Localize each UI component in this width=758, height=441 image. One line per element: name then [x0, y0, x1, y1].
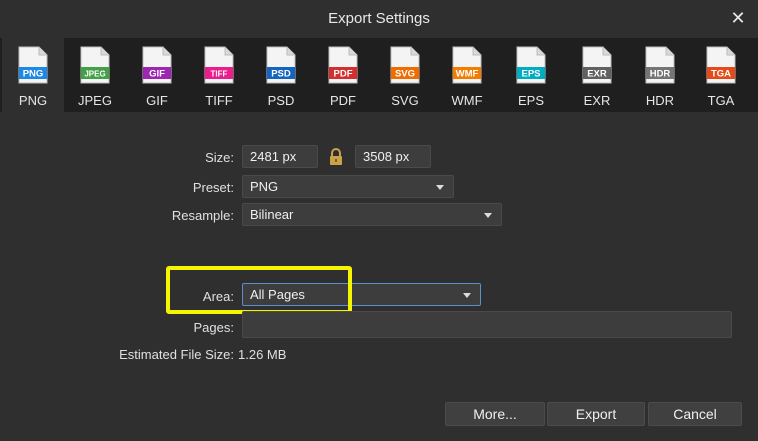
pages-input[interactable]: [242, 311, 732, 338]
highlight-box: [166, 266, 352, 314]
lock-icon[interactable]: [325, 146, 347, 168]
format-toolbar: PNG PNG JPEG JPEG GIF GIF TIFF TIFF PSD PSD PDF PDF…: [0, 38, 758, 112]
format-label: EPS: [517, 93, 544, 108]
format-gif[interactable]: GIF GIF: [126, 38, 188, 112]
height-field[interactable]: 3508 px: [355, 145, 431, 168]
file-size-label: Estimated File Size:: [119, 347, 234, 362]
file-tag-text: PSD: [271, 69, 291, 80]
chevron-down-icon: [463, 293, 471, 298]
format-svg[interactable]: SVG SVG: [374, 38, 436, 112]
format-label: PSD: [267, 93, 295, 108]
file-psd-icon: PSD: [266, 46, 296, 84]
file-tag-text: TIFF: [211, 70, 228, 79]
file-eps-icon: EPS: [516, 46, 546, 84]
title-bar: Export Settings ✕: [0, 0, 758, 38]
format-label: GIF: [146, 93, 168, 108]
format-exr[interactable]: EXR EXR: [566, 38, 628, 112]
file-tag-text: GIF: [149, 69, 165, 80]
file-hdr-icon: HDR: [645, 46, 675, 84]
format-eps[interactable]: EPS EPS: [500, 38, 562, 112]
file-tag-text: HDR: [650, 69, 671, 80]
file-wmf-icon: WMF: [452, 46, 482, 84]
file-tag-text: PDF: [334, 69, 353, 80]
file-tag-text: WMF: [456, 69, 479, 80]
resample-select[interactable]: Bilinear: [242, 203, 502, 226]
window-title: Export Settings: [328, 10, 430, 27]
file-tag-text: PNG: [23, 69, 44, 80]
preset-label: Preset:: [192, 180, 234, 195]
export-button[interactable]: Export: [547, 402, 645, 426]
format-label: PNG: [18, 93, 48, 108]
format-psd[interactable]: PSD PSD: [250, 38, 312, 112]
file-exr-icon: EXR: [582, 46, 612, 84]
format-label: TIFF: [205, 93, 233, 108]
format-label: PDF: [330, 93, 356, 108]
file-pdf-icon: PDF: [328, 46, 358, 84]
file-png-icon: PNG: [18, 46, 48, 84]
format-png[interactable]: PNG PNG: [2, 38, 64, 112]
file-tag-text: SVG: [395, 69, 415, 80]
cancel-button[interactable]: Cancel: [648, 402, 742, 426]
width-field[interactable]: 2481 px: [242, 145, 318, 168]
chevron-down-icon: [484, 213, 492, 218]
file-tga-icon: TGA: [706, 46, 736, 84]
format-label: WMF: [451, 93, 483, 108]
format-pdf[interactable]: PDF PDF: [312, 38, 374, 112]
format-label: HDR: [645, 93, 675, 108]
format-label: EXR: [583, 93, 611, 108]
more-button[interactable]: More...: [445, 402, 545, 426]
file-size-value: 1.26 MB: [238, 347, 287, 362]
close-icon[interactable]: ✕: [728, 8, 748, 28]
file-tag-text: TGA: [711, 69, 731, 80]
format-jpeg[interactable]: JPEG JPEG: [64, 38, 126, 112]
format-tga[interactable]: TGA TGA: [690, 38, 752, 112]
file-tag-text: EXR: [587, 69, 607, 80]
file-svg-icon: SVG: [390, 46, 420, 84]
resample-label: Resample:: [171, 208, 234, 223]
preset-select[interactable]: PNG: [242, 175, 454, 198]
pages-label: Pages:: [193, 320, 234, 335]
format-wmf[interactable]: WMF WMF: [436, 38, 498, 112]
file-tag-text: JPEG: [84, 70, 105, 79]
file-tag-text: EPS: [521, 69, 540, 80]
file-jpeg-icon: JPEG: [80, 46, 110, 84]
size-label: Size:: [205, 150, 234, 165]
format-label: TGA: [707, 93, 735, 108]
format-label: JPEG: [78, 93, 112, 108]
file-tiff-icon: TIFF: [204, 46, 234, 84]
chevron-down-icon: [436, 185, 444, 190]
format-label: SVG: [391, 93, 419, 108]
format-hdr[interactable]: HDR HDR: [629, 38, 691, 112]
preset-value: PNG: [250, 179, 279, 194]
format-tiff[interactable]: TIFF TIFF: [188, 38, 250, 112]
file-gif-icon: GIF: [142, 46, 172, 84]
resample-value: Bilinear: [250, 207, 294, 222]
